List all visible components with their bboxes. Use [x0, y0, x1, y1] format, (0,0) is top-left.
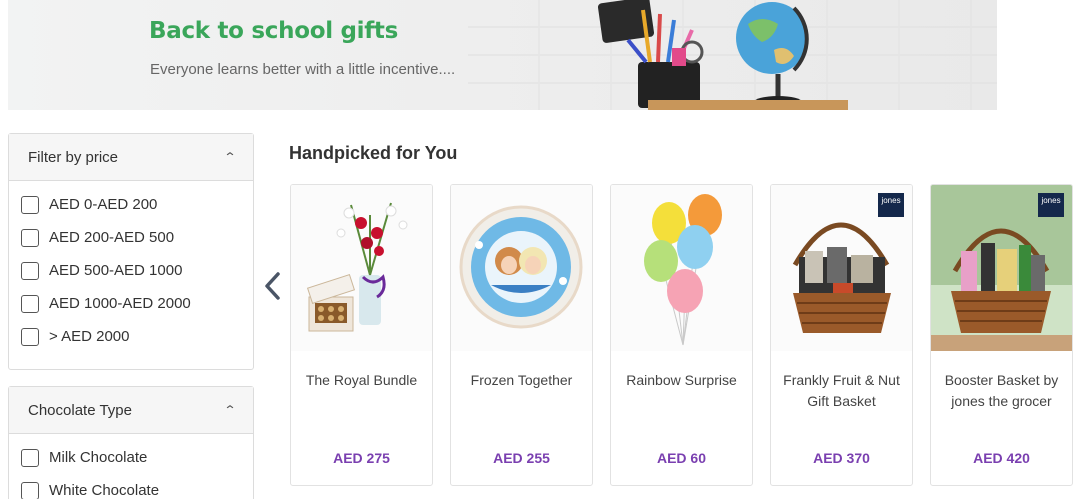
banner-title: Back to school gifts [149, 18, 399, 44]
option-label: > AED 2000 [49, 328, 130, 345]
promo-banner[interactable]: Back to school gifts Everyone learns bet… [8, 0, 997, 110]
product-image [451, 185, 592, 351]
carousel-prev-button[interactable] [258, 268, 288, 304]
checkbox[interactable] [21, 261, 39, 280]
product-price: AED 275 [333, 450, 390, 466]
option-label: AED 200-AED 500 [49, 229, 175, 246]
option-label: AED 1000-AED 2000 [49, 295, 191, 312]
brand-badge: jones [1038, 193, 1064, 217]
option-label: AED 500-AED 1000 [49, 262, 183, 279]
chocolate-filter-title: Chocolate Type [28, 401, 132, 419]
section-title: Handpicked for You [289, 143, 458, 163]
product-card[interactable]: Rainbow Surprise AED 60 [610, 184, 753, 486]
checkbox[interactable] [21, 481, 39, 499]
price-filter-panel: Filter by price ⌃ AED 0-AED 200 AED 200-… [8, 133, 254, 370]
price-option-200-500[interactable]: AED 200-AED 500 [9, 221, 253, 254]
product-image [611, 185, 752, 351]
checkbox[interactable] [21, 195, 39, 214]
product-name[interactable]: Frozen Together [457, 370, 586, 391]
banner-subtitle: Everyone learns better with a little inc… [150, 61, 456, 78]
product-card[interactable]: Frozen Together AED 255 [450, 184, 593, 486]
product-image [291, 185, 432, 351]
product-name[interactable]: The Royal Bundle [297, 370, 426, 391]
checkbox[interactable] [21, 228, 39, 247]
desk-surface [648, 100, 848, 110]
product-price: AED 370 [813, 450, 870, 466]
product-card[interactable]: The Royal Bundle AED 275 [290, 184, 433, 486]
price-option-1000-2000[interactable]: AED 1000-AED 2000 [9, 287, 253, 320]
product-name[interactable]: Frankly Fruit & Nut Gift Basket [777, 370, 906, 412]
product-card[interactable]: jones Frankly Fruit & Nut Gift Basket AE… [770, 184, 913, 486]
product-price: AED 255 [493, 450, 550, 466]
option-label: Milk Chocolate [49, 449, 148, 466]
brand-badge: jones [878, 193, 904, 217]
checkbox[interactable] [21, 327, 39, 346]
school-supplies-illustration [597, 0, 809, 108]
product-name[interactable]: Rainbow Surprise [617, 370, 746, 391]
product-price: AED 60 [656, 450, 707, 466]
option-label: White Chocolate [49, 482, 160, 499]
chocolate-type-filter-panel: Chocolate Type ⌃ Milk Chocolate White Ch… [8, 386, 254, 499]
checkbox[interactable] [21, 294, 39, 313]
price-filter-header[interactable]: Filter by price ⌃ [9, 134, 253, 181]
chevron-up-icon[interactable]: ⌃ [223, 150, 236, 164]
chocolate-option-white[interactable]: White Chocolate [9, 474, 253, 499]
price-option-0-200[interactable]: AED 0-AED 200 [9, 188, 253, 221]
option-label: AED 0-AED 200 [49, 196, 158, 213]
chocolate-option-milk[interactable]: Milk Chocolate [9, 441, 253, 474]
chocolate-filter-header[interactable]: Chocolate Type ⌃ [9, 387, 253, 434]
price-filter-title: Filter by price [28, 148, 119, 166]
chevron-up-icon[interactable]: ⌃ [223, 403, 236, 417]
price-option-over-2000[interactable]: > AED 2000 [9, 320, 253, 353]
price-option-500-1000[interactable]: AED 500-AED 1000 [9, 254, 253, 287]
chevron-left-icon [265, 272, 280, 300]
product-price: AED 420 [973, 450, 1030, 466]
checkbox[interactable] [21, 448, 39, 467]
product-name[interactable]: Booster Basket by jones the grocer [937, 370, 1066, 412]
product-card[interactable]: jones Booster Basket by jones the grocer… [930, 184, 1073, 486]
